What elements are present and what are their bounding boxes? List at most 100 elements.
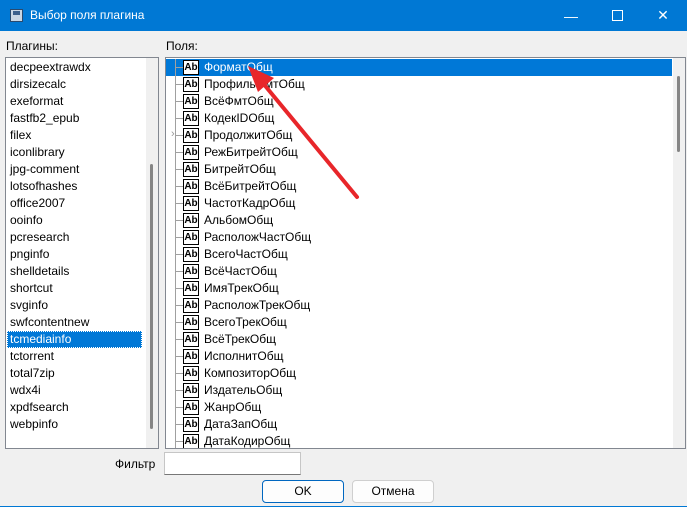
fields-tree[interactable]: › Ab ФорматОбщ Ab ПрофильФмтОбщ Ab ВсёФмтОбщ Ab… [165, 57, 686, 449]
plugin-item[interactable]: lotsofhashes [7, 178, 142, 195]
tree-line [175, 67, 183, 68]
plugins-scrollbar[interactable] [146, 58, 158, 448]
tree-line [175, 135, 183, 136]
field-item[interactable]: Ab ВсегоЧастОбщ [166, 246, 672, 263]
plugin-item[interactable]: decpeextrawdx [7, 59, 142, 76]
cancel-button[interactable]: Отмена [352, 480, 434, 503]
plugin-item[interactable]: exeformat [7, 93, 142, 110]
plugin-item[interactable]: total7zip [7, 365, 142, 382]
maximize-button[interactable] [594, 0, 640, 31]
text-field-icon: Ab [183, 145, 199, 160]
plugin-item[interactable]: xpdfsearch [7, 399, 142, 416]
field-label: ФорматОбщ [203, 59, 274, 76]
text-field-icon: Ab [183, 94, 199, 109]
plugin-item[interactable]: pnginfo [7, 246, 142, 263]
plugin-item[interactable]: ooinfo [7, 212, 142, 229]
field-label: АльбомОбщ [204, 213, 274, 227]
field-label: ЖанрОбщ [204, 400, 262, 414]
field-item[interactable]: Ab ЖанрОбщ [166, 399, 672, 416]
plugins-list[interactable]: decpeextrawdx dirsizecalc exeformat fastfb2… [5, 57, 159, 449]
plugin-item[interactable]: svginfo [7, 297, 142, 314]
text-field-icon: Ab [183, 383, 199, 398]
filter-label: Фильтр [115, 457, 156, 471]
field-label: КодекIDОбщ [204, 111, 275, 125]
text-field-icon: Ab [183, 77, 199, 92]
minimize-button[interactable]: — [548, 0, 594, 31]
text-field-icon: Ab [183, 247, 199, 262]
field-label: ДатаЗапОбщ [204, 417, 278, 431]
text-field-icon: Ab [183, 349, 199, 364]
field-label: ВсёТрекОбщ [204, 332, 277, 346]
plugin-item[interactable]: tcmediainfo [7, 331, 142, 348]
tree-line [175, 84, 183, 85]
field-label: КомпозиторОбщ [204, 366, 296, 380]
ok-button[interactable]: OK [262, 480, 344, 503]
title-bar: Выбор поля плагина — ✕ [0, 0, 687, 31]
field-item[interactable]: Ab РасположЧастОбщ [166, 229, 672, 246]
plugin-item[interactable]: jpg-comment [7, 161, 142, 178]
tree-line [175, 101, 183, 102]
field-item[interactable]: Ab ИсполнитОбщ [166, 348, 672, 365]
field-item[interactable]: Ab КодекIDОбщ [166, 110, 672, 127]
filter-input[interactable] [164, 452, 301, 475]
field-item[interactable]: Ab ФорматОбщ [166, 59, 672, 76]
tree-line [175, 441, 183, 442]
tree-line [175, 322, 183, 323]
field-item[interactable]: Ab ПродолжитОбщ [166, 127, 672, 144]
plugin-item[interactable]: swfcontentnew [7, 314, 142, 331]
field-label: ВсёБитрейтОбщ [204, 179, 297, 193]
field-label: ВсегоЧастОбщ [204, 247, 288, 261]
text-field-icon: Ab [183, 179, 199, 194]
plugin-item[interactable]: webpinfo [7, 416, 142, 433]
field-label: ДатаКодирОбщ [204, 434, 291, 448]
field-item[interactable]: Ab ЧастотКадрОбщ [166, 195, 672, 212]
field-item[interactable]: Ab КомпозиторОбщ [166, 365, 672, 382]
field-item[interactable]: Ab РежБитрейтОбщ [166, 144, 672, 161]
field-item[interactable]: Ab БитрейтОбщ [166, 161, 672, 178]
floppy-disk-icon [10, 9, 23, 22]
text-field-icon: Ab [183, 332, 199, 347]
plugin-item[interactable]: shelldetails [7, 263, 142, 280]
field-item[interactable]: Ab ИздательОбщ [166, 382, 672, 399]
plugin-item[interactable]: wdx4i [7, 382, 142, 399]
field-item[interactable]: Ab ДатаКодирОбщ [166, 433, 672, 448]
tree-line [175, 424, 183, 425]
field-item[interactable]: Ab ВсёЧастОбщ [166, 263, 672, 280]
plugin-item[interactable]: office2007 [7, 195, 142, 212]
plugin-item[interactable]: dirsizecalc [7, 76, 142, 93]
fields-scrollbar[interactable] [673, 58, 685, 448]
field-item[interactable]: Ab ПрофильФмтОбщ [166, 76, 672, 93]
scrollbar-thumb[interactable] [677, 76, 680, 152]
plugins-label: Плагины: [6, 39, 58, 53]
tree-line [175, 305, 183, 306]
field-item[interactable]: Ab ВсёТрекОбщ [166, 331, 672, 348]
text-field-icon: Ab [183, 298, 199, 313]
text-field-icon: Ab [183, 264, 199, 279]
text-field-icon: Ab [183, 230, 199, 245]
scrollbar-thumb[interactable] [150, 164, 153, 429]
field-item[interactable]: Ab ВсёБитрейтОбщ [166, 178, 672, 195]
tree-line [175, 169, 183, 170]
tree-line [175, 407, 183, 408]
plugin-item[interactable]: fastfb2_epub [7, 110, 142, 127]
field-item[interactable]: Ab АльбомОбщ [166, 212, 672, 229]
plugin-item[interactable]: tctorrent [7, 348, 142, 365]
field-item[interactable]: Ab ВсегоТрекОбщ [166, 314, 672, 331]
tree-line [175, 152, 183, 153]
plugin-item[interactable]: iconlibrary [7, 144, 142, 161]
close-button[interactable]: ✕ [640, 0, 686, 31]
field-label: ИздательОбщ [204, 383, 283, 397]
text-field-icon: Ab [183, 162, 199, 177]
text-field-icon: Ab [183, 213, 199, 228]
field-item[interactable]: Ab ДатаЗапОбщ [166, 416, 672, 433]
text-field-icon: Ab [183, 434, 199, 448]
field-label: РежБитрейтОбщ [204, 145, 298, 159]
text-field-icon: Ab [183, 417, 199, 432]
plugin-item[interactable]: filex [7, 127, 142, 144]
plugin-item[interactable]: shortcut [7, 280, 142, 297]
field-item[interactable]: Ab ИмяТрекОбщ [166, 280, 672, 297]
field-label: БитрейтОбщ [204, 162, 276, 176]
field-item[interactable]: Ab ВсёФмтОбщ [166, 93, 672, 110]
field-item[interactable]: Ab РасположТрекОбщ [166, 297, 672, 314]
plugin-item[interactable]: pcresearch [7, 229, 142, 246]
